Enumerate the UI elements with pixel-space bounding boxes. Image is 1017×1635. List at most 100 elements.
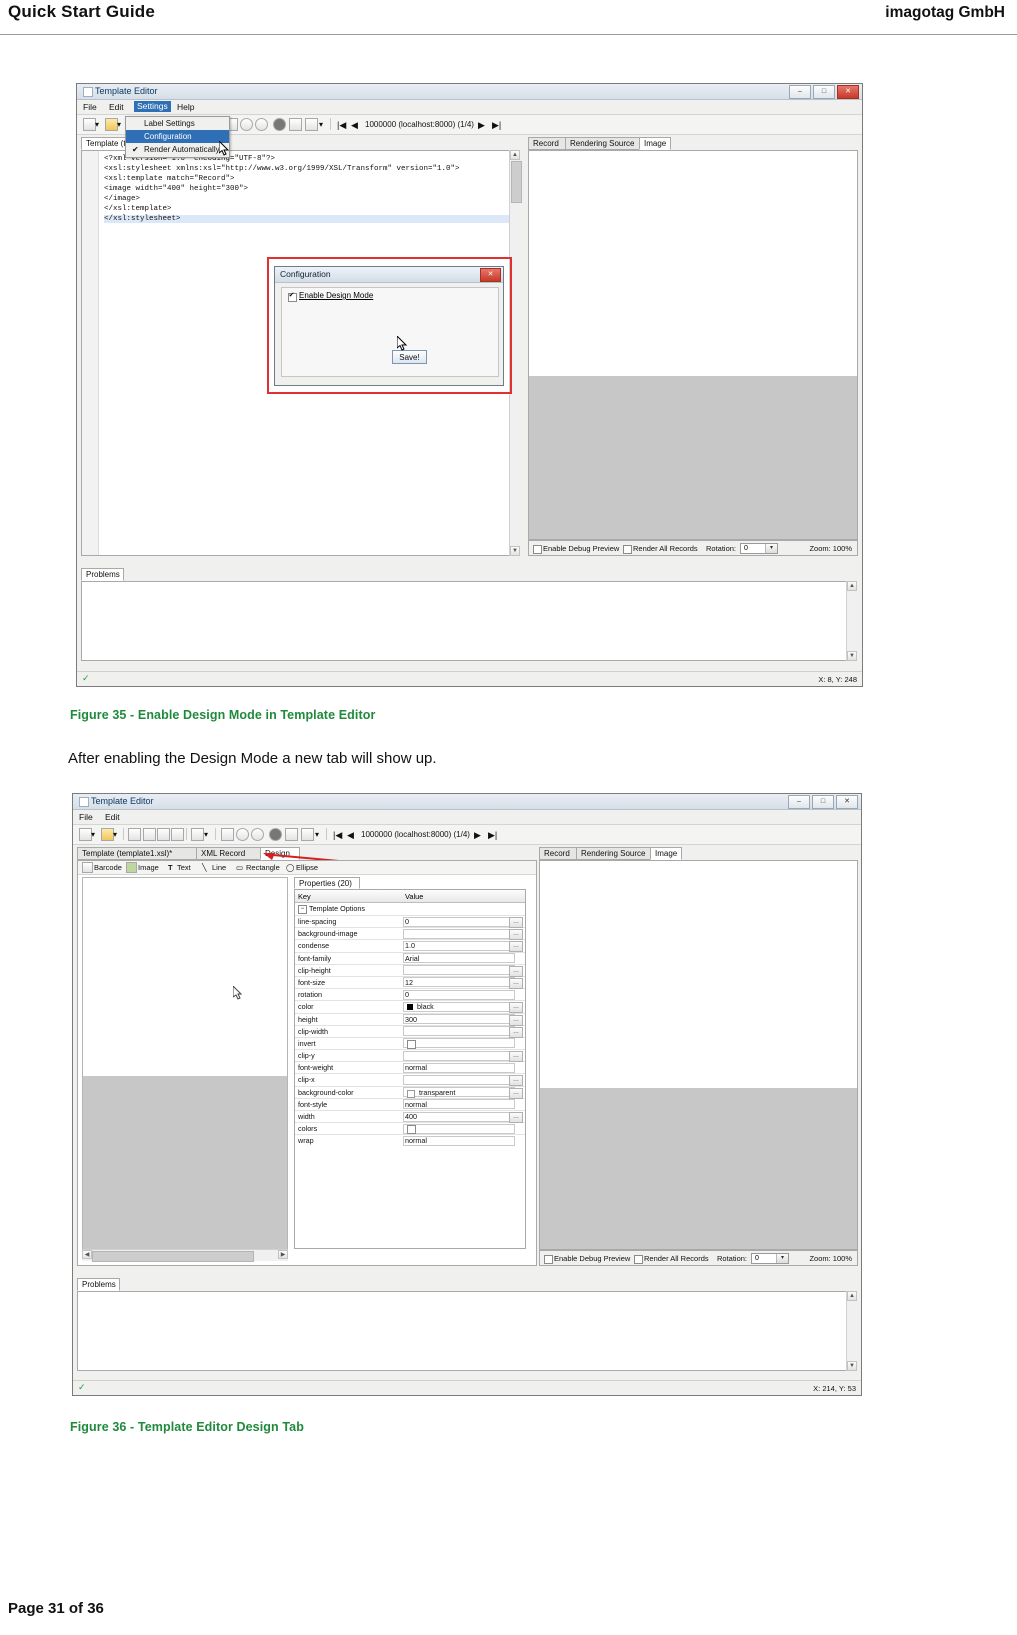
cut-icon[interactable] <box>171 828 184 841</box>
table-row[interactable]: invert <box>295 1038 525 1051</box>
tab-template-file[interactable]: Template (template1.xsl)* <box>77 847 197 860</box>
close-button[interactable]: ✕ <box>837 85 859 99</box>
minimize-button[interactable]: – <box>788 795 810 809</box>
first-record-icon[interactable]: |◀ <box>333 830 342 841</box>
tab-rendering-source[interactable]: Rendering Source <box>576 847 651 860</box>
property-value-box[interactable] <box>403 928 515 939</box>
image-icon[interactable] <box>126 862 137 873</box>
tool-image[interactable]: Image <box>138 863 159 872</box>
table-row[interactable]: font-weight normal <box>295 1062 525 1075</box>
property-value-box[interactable] <box>403 1111 515 1122</box>
scroll-up-icon[interactable]: ▲ <box>510 150 520 160</box>
close-button[interactable]: ✕ <box>836 795 858 809</box>
tab-properties[interactable]: Properties (20) <box>294 877 360 889</box>
menu-file[interactable]: File <box>83 102 97 112</box>
table-row[interactable]: font-family Arial <box>295 953 525 965</box>
refresh-icon[interactable] <box>301 828 314 841</box>
fig35-problems-vscrollbar[interactable]: ▲ ▼ <box>846 581 858 661</box>
table-row[interactable]: background-color transparent… <box>295 1087 525 1099</box>
ellipsis-button[interactable]: … <box>509 1051 523 1063</box>
new-file-dropdown-icon[interactable]: ▾ <box>91 830 95 839</box>
ellipsis-button[interactable]: … <box>509 941 523 953</box>
tab-image[interactable]: Image <box>650 847 682 860</box>
rotation-combobox[interactable]: 0 ▾ <box>751 1253 789 1264</box>
chevron-down-icon[interactable]: ▾ <box>776 1254 788 1263</box>
ellipsis-button[interactable]: … <box>509 1075 523 1087</box>
ellipsis-button[interactable]: … <box>509 965 523 977</box>
table-row[interactable]: colors <box>295 1123 525 1136</box>
table-row[interactable]: wrap normal <box>295 1135 525 1146</box>
print-dropdown-icon[interactable]: ▾ <box>204 830 208 839</box>
paste-icon[interactable] <box>157 828 170 841</box>
table-row[interactable]: line-spacing 0… <box>295 916 525 929</box>
first-record-icon[interactable]: |◀ <box>337 120 346 131</box>
property-checkbox[interactable] <box>407 1125 416 1135</box>
table-row[interactable]: height 300… <box>295 1014 525 1026</box>
table-row[interactable]: clip-y… <box>295 1050 525 1063</box>
previous-record-icon[interactable]: ◀ <box>351 120 358 131</box>
next-record-icon[interactable]: ▶ <box>478 120 485 131</box>
tool-barcode[interactable]: Barcode <box>94 863 122 872</box>
next-record-icon[interactable]: ▶ <box>474 830 481 841</box>
property-value-box[interactable] <box>403 916 515 927</box>
tab-image[interactable]: Image <box>639 137 671 150</box>
table-row[interactable]: background-image… <box>295 928 525 941</box>
copy-icon[interactable] <box>143 828 156 841</box>
menu-edit[interactable]: Edit <box>105 812 120 822</box>
table-row[interactable]: width 400… <box>295 1111 525 1124</box>
toolbar-dropdown-icon[interactable]: ▾ <box>319 120 323 129</box>
ellipse-icon[interactable]: ◯ <box>286 863 294 872</box>
table-row[interactable]: condense 1.0… <box>295 940 525 953</box>
ellipsis-button[interactable]: … <box>509 1087 523 1099</box>
ellipsis-button[interactable]: … <box>509 1112 523 1123</box>
property-value-box[interactable] <box>403 953 515 964</box>
scroll-left-icon[interactable]: ◀ <box>82 1250 92 1259</box>
scroll-right-icon[interactable]: ▶ <box>278 1250 288 1259</box>
ellipsis-button[interactable]: … <box>509 1014 523 1026</box>
minimize-button[interactable]: – <box>789 85 811 99</box>
ellipsis-button[interactable]: … <box>509 977 523 989</box>
settings-gear-icon[interactable] <box>285 828 298 841</box>
find-icon[interactable] <box>221 828 234 841</box>
menu-file[interactable]: File <box>79 812 93 822</box>
maximize-button[interactable]: □ <box>813 85 835 99</box>
property-value-box[interactable] <box>403 1123 515 1134</box>
menu-item-label-settings[interactable]: Label Settings <box>126 117 229 130</box>
property-value-box[interactable] <box>403 989 515 1000</box>
zoom-in-icon[interactable] <box>240 118 253 131</box>
zoom-out-icon[interactable] <box>255 118 268 131</box>
render-icon[interactable] <box>269 828 282 841</box>
rotation-combobox[interactable]: 0 ▾ <box>740 543 778 554</box>
render-icon[interactable] <box>273 118 286 131</box>
last-record-icon[interactable]: ▶| <box>492 120 501 131</box>
tool-rectangle[interactable]: Rectangle <box>246 863 280 872</box>
enable-debug-preview-checkbox[interactable] <box>533 545 542 554</box>
table-row[interactable]: clip-x… <box>295 1074 525 1087</box>
property-value-box[interactable] <box>403 1014 515 1024</box>
table-row[interactable]: font-style normal <box>295 1099 525 1111</box>
new-file-dropdown-icon[interactable]: ▾ <box>95 120 99 129</box>
scroll-down-icon[interactable]: ▼ <box>847 651 857 661</box>
table-row[interactable]: clip-height… <box>295 965 525 977</box>
property-value-box[interactable] <box>403 1026 515 1037</box>
render-all-records-checkbox[interactable] <box>634 1255 643 1264</box>
scroll-up-icon[interactable]: ▲ <box>847 1291 857 1301</box>
settings-dropdown-menu[interactable]: Label Settings Configuration ✔ Render Au… <box>125 116 230 158</box>
open-dropdown-icon[interactable]: ▾ <box>113 830 117 839</box>
save-button[interactable]: Save! <box>392 350 427 364</box>
menu-edit[interactable]: Edit <box>109 102 124 112</box>
save-icon[interactable] <box>128 828 141 841</box>
menu-settings[interactable]: Settings <box>134 101 171 112</box>
previous-record-icon[interactable]: ◀ <box>347 830 354 841</box>
ellipsis-button[interactable]: … <box>509 1026 523 1038</box>
table-row[interactable]: font-size 12… <box>295 977 525 990</box>
ellipsis-button[interactable]: … <box>509 929 523 941</box>
ellipsis-button[interactable]: … <box>509 917 523 928</box>
tab-record[interactable]: Record <box>539 847 577 860</box>
rectangle-icon[interactable]: ▭ <box>236 863 243 872</box>
menu-item-render-automatically[interactable]: ✔ Render Automatically <box>126 143 229 156</box>
barcode-icon[interactable] <box>82 862 93 873</box>
property-value-box[interactable] <box>403 1074 515 1085</box>
text-icon[interactable]: T <box>168 863 173 872</box>
ellipsis-button[interactable]: … <box>509 1002 523 1014</box>
